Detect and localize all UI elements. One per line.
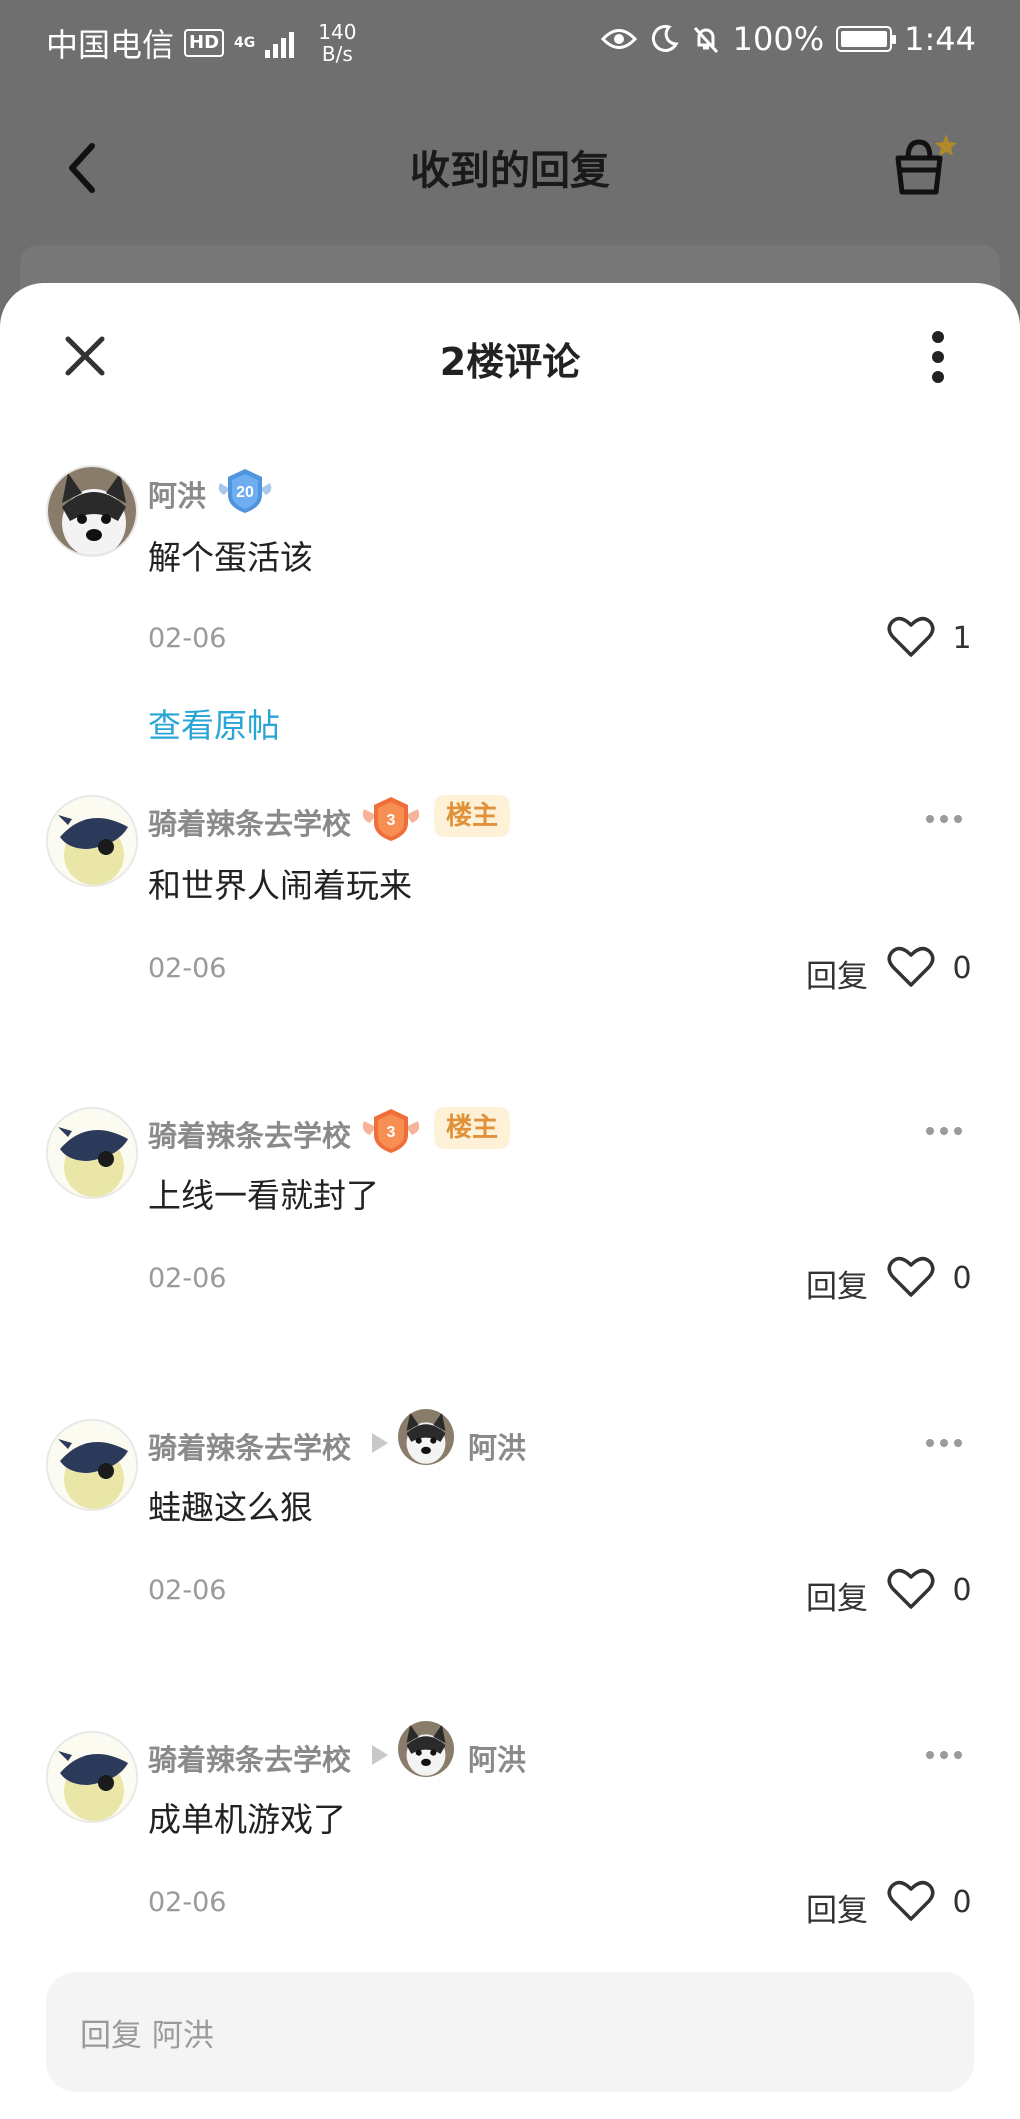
heart-icon[interactable] — [886, 613, 936, 659]
more-horizontal-icon[interactable] — [924, 1437, 964, 1449]
level-badge-icon: 3 — [362, 1109, 420, 1153]
pufferfish-avatar-image — [48, 1109, 136, 1197]
svg-text:3: 3 — [387, 1124, 396, 1141]
network-type: 4G — [234, 35, 256, 51]
comment-text: 和世界人闹着玩来 — [148, 866, 412, 905]
network-speed: 140 B/s — [318, 20, 357, 66]
comment-text: 上线一看就封了 — [148, 1176, 379, 1215]
husky-avatar-image — [398, 1721, 454, 1777]
like-count: 0 — [952, 1261, 972, 1296]
comment-date: 02-06 — [148, 623, 227, 654]
reply-input[interactable]: 回复 阿洪 — [46, 1972, 974, 2092]
page-title: 收到的回复 — [410, 148, 610, 194]
user-name[interactable]: 骑着辣条去学校 — [148, 1425, 351, 1467]
heart-icon[interactable] — [886, 1253, 936, 1299]
status-bar: 中国电信 HD 4G 140 B/s 100% 1:44 — [0, 0, 1020, 90]
svg-text:3: 3 — [387, 812, 396, 829]
owner-tag: 楼主 — [434, 795, 511, 837]
husky-avatar-image — [398, 1409, 454, 1465]
reply-input-placeholder: 回复 阿洪 — [80, 2018, 214, 2054]
svg-text:20: 20 — [236, 484, 254, 501]
comment-text: 蛙趣这么狠 — [148, 1488, 313, 1527]
husky-avatar-image — [48, 467, 136, 555]
heart-icon[interactable] — [886, 943, 936, 989]
background-header: 收到的回复 — [0, 120, 1020, 220]
signal-icon — [265, 28, 295, 58]
reply-to-arrow-icon — [372, 1745, 388, 1765]
user-name[interactable]: 阿洪 — [148, 473, 206, 515]
owner-tag: 楼主 — [434, 1107, 511, 1149]
avatar[interactable] — [46, 1107, 138, 1199]
heart-icon[interactable] — [886, 1565, 936, 1611]
comment-date: 02-06 — [148, 1575, 227, 1606]
comment-date: 02-06 — [148, 953, 227, 984]
reply-to-arrow-icon — [372, 1433, 388, 1453]
bell-muted-icon — [693, 26, 718, 54]
comment-date: 02-06 — [148, 1887, 227, 1918]
basket-icon[interactable] — [888, 130, 958, 200]
comment-sheet: 2楼评论 阿洪 20 解个蛋活该 02-06 1 查看原帖 骑着辣条去学校 3 … — [0, 283, 1020, 2119]
like-count: 0 — [952, 1573, 972, 1608]
target-avatar[interactable] — [398, 1409, 454, 1465]
eye-icon — [600, 29, 637, 49]
avatar[interactable] — [46, 1419, 138, 1511]
sheet-header: 2楼评论 — [0, 283, 1020, 423]
reply-item: 骑着辣条去学校 3 楼主 上线一看就封了 02-06 回复 0 — [0, 1107, 1020, 1317]
user-name[interactable]: 骑着辣条去学校 — [148, 801, 351, 843]
pufferfish-avatar-image — [48, 1421, 136, 1509]
heart-icon[interactable] — [886, 1877, 936, 1923]
pufferfish-avatar-image — [48, 1733, 136, 1821]
comment-text: 成单机游戏了 — [148, 1800, 346, 1839]
level-badge-icon: 20 — [218, 469, 272, 513]
reply-button[interactable]: 回复 — [806, 1261, 868, 1306]
avatar[interactable] — [46, 465, 138, 557]
sheet-title: 2楼评论 — [439, 340, 581, 384]
avatar[interactable] — [46, 1731, 138, 1823]
more-horizontal-icon[interactable] — [924, 813, 964, 825]
reply-item: 骑着辣条去学校 阿洪 成单机游戏了 02-06 回复 0 — [0, 1721, 1020, 1941]
carrier-label: 中国电信 — [46, 26, 175, 64]
level-badge-icon: 3 — [362, 797, 420, 841]
hd-badge: HD — [184, 29, 225, 57]
more-vertical-icon[interactable] — [926, 329, 950, 385]
avatar[interactable] — [46, 795, 138, 887]
battery-icon — [836, 26, 897, 52]
main-comment: 阿洪 20 解个蛋活该 02-06 1 查看原帖 — [0, 465, 1020, 765]
like-count: 0 — [952, 1885, 972, 1920]
reply-button[interactable]: 回复 — [806, 951, 868, 996]
pufferfish-avatar-image — [48, 797, 136, 885]
reply-item: 骑着辣条去学校 3 楼主 和世界人闹着玩来 02-06 回复 0 — [0, 795, 1020, 1005]
reply-item: 骑着辣条去学校 阿洪 蛙趣这么狠 02-06 回复 0 — [0, 1409, 1020, 1629]
like-count: 1 — [952, 621, 972, 656]
like-count: 0 — [952, 951, 972, 986]
clock: 1:44 — [904, 20, 976, 58]
target-user-name[interactable]: 阿洪 — [468, 1425, 526, 1467]
comment-text: 解个蛋活该 — [148, 538, 313, 577]
more-horizontal-icon[interactable] — [924, 1749, 964, 1761]
user-name[interactable]: 骑着辣条去学校 — [148, 1113, 351, 1155]
comment-date: 02-06 — [148, 1263, 227, 1294]
moon-icon — [651, 24, 679, 52]
target-user-name[interactable]: 阿洪 — [468, 1737, 526, 1779]
more-horizontal-icon[interactable] — [924, 1125, 964, 1137]
user-name[interactable]: 骑着辣条去学校 — [148, 1737, 351, 1779]
target-avatar[interactable] — [398, 1721, 454, 1777]
reply-button[interactable]: 回复 — [806, 1573, 868, 1618]
view-original-post-link[interactable]: 查看原帖 — [148, 699, 280, 747]
battery-percent: 100% — [732, 20, 825, 58]
reply-button[interactable]: 回复 — [806, 1885, 868, 1930]
